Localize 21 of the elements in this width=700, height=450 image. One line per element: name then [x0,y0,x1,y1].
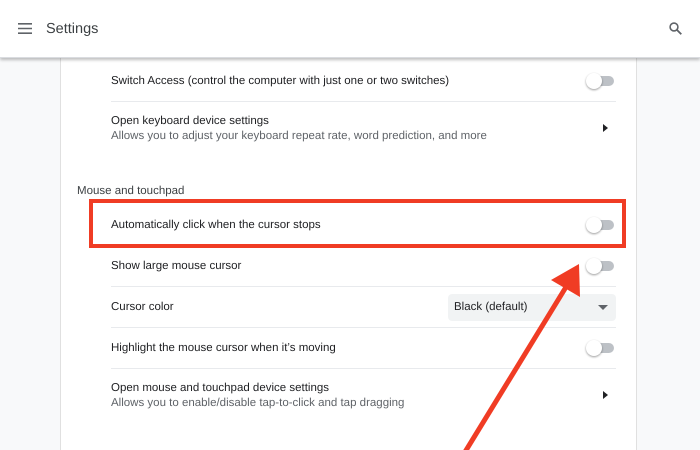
setting-link-label: Open mouse and touchpad device settings [111,382,330,394]
dropdown-caret-icon [598,304,608,310]
toggle-switch[interactable] [586,340,616,356]
setting-label: Automatically click when the cursor stops [111,219,321,231]
toggle-switch[interactable] [586,73,616,89]
setting-description: Allows you to adjust your keyboard repeat rate, word prediction, and more [111,130,487,142]
search-icon[interactable] [669,22,682,35]
menu-icon[interactable] [18,23,32,34]
setting-label: Cursor color [111,301,174,313]
toggle-switch[interactable] [586,217,616,233]
setting-label: Show large mouse cursor [111,260,242,272]
chevron-right-icon[interactable] [603,124,608,132]
section-title: Mouse and touchpad [77,185,186,197]
toggle-switch[interactable] [586,258,616,274]
setting-label: Switch Access (control the computer with just one or two switches) [111,75,450,87]
page-title: Settings [46,20,100,36]
chevron-right-icon[interactable] [603,391,608,399]
setting-description: Allows you to enable/disable tap-to-click and tap dragging [111,396,404,408]
setting-label: Highlight the mouse cursor when it’s moving [111,342,336,354]
setting-link-label: Open keyboard device settings [111,114,270,126]
cursor-color-dropdown[interactable]: Black (default) [448,294,616,320]
